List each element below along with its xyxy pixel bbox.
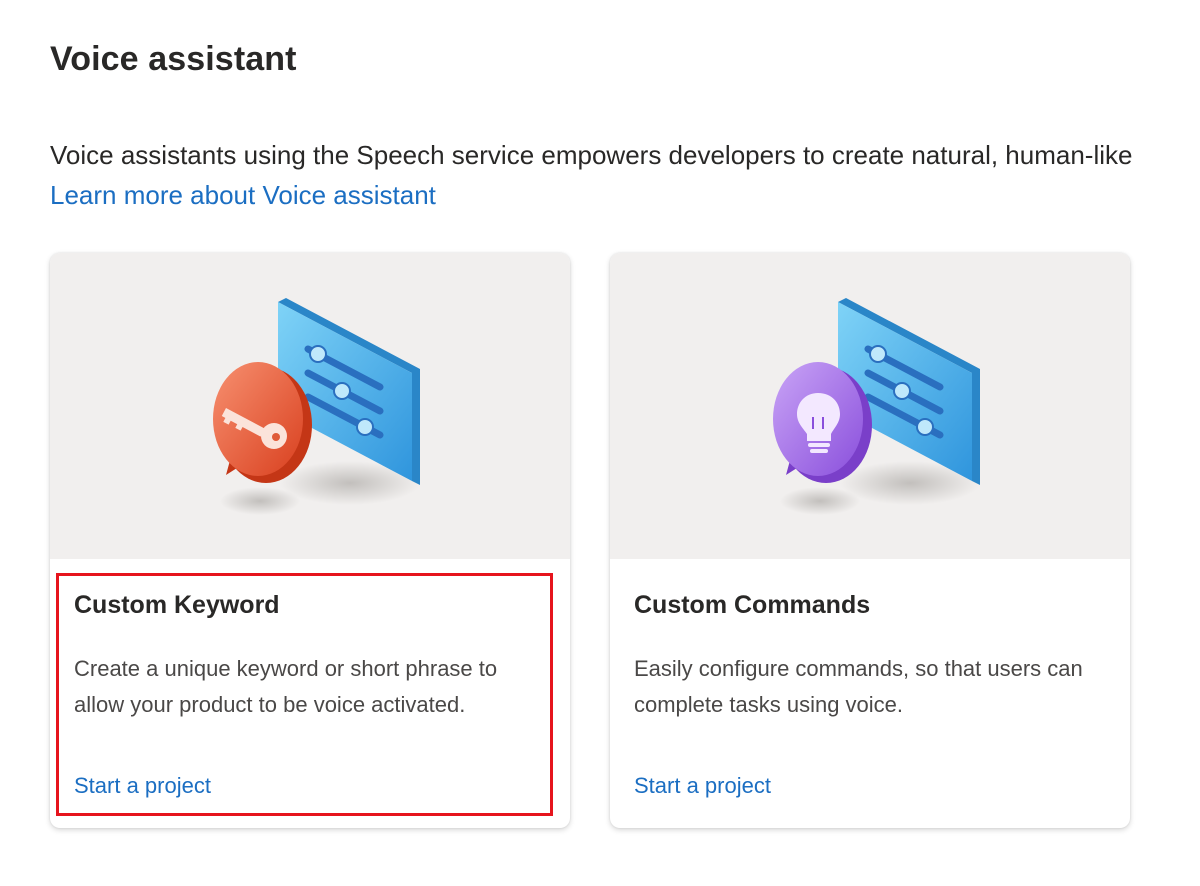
description-text: Voice assistants using the Speech servic… xyxy=(50,140,1133,170)
card-hero-image xyxy=(610,253,1130,559)
card-description: Easily configure commands, so that users… xyxy=(634,656,1083,717)
learn-more-link[interactable]: Learn more about Voice assistant xyxy=(50,175,1132,215)
card-description: Create a unique keyword or short phrase … xyxy=(74,656,498,717)
page-title: Voice assistant xyxy=(50,40,297,78)
card-hero-image xyxy=(50,253,570,559)
start-project-link[interactable]: Start a project xyxy=(74,773,211,799)
card-title: Custom Commands xyxy=(634,591,871,619)
start-project-link[interactable]: Start a project xyxy=(634,773,771,799)
page-description: Voice assistants using the Speech servic… xyxy=(50,135,1132,215)
voice-assistant-page: Voice assistant Voice assistants using t… xyxy=(0,0,1200,886)
key-speech-bubble-icon xyxy=(213,298,420,515)
lightbulb-speech-bubble-icon xyxy=(773,298,980,515)
custom-commands-card[interactable]: Custom Commands Easily configure command… xyxy=(610,253,1130,828)
custom-keyword-card[interactable]: Custom Keyword Create a unique keyword o… xyxy=(50,253,570,828)
card-title: Custom Keyword xyxy=(74,591,280,619)
